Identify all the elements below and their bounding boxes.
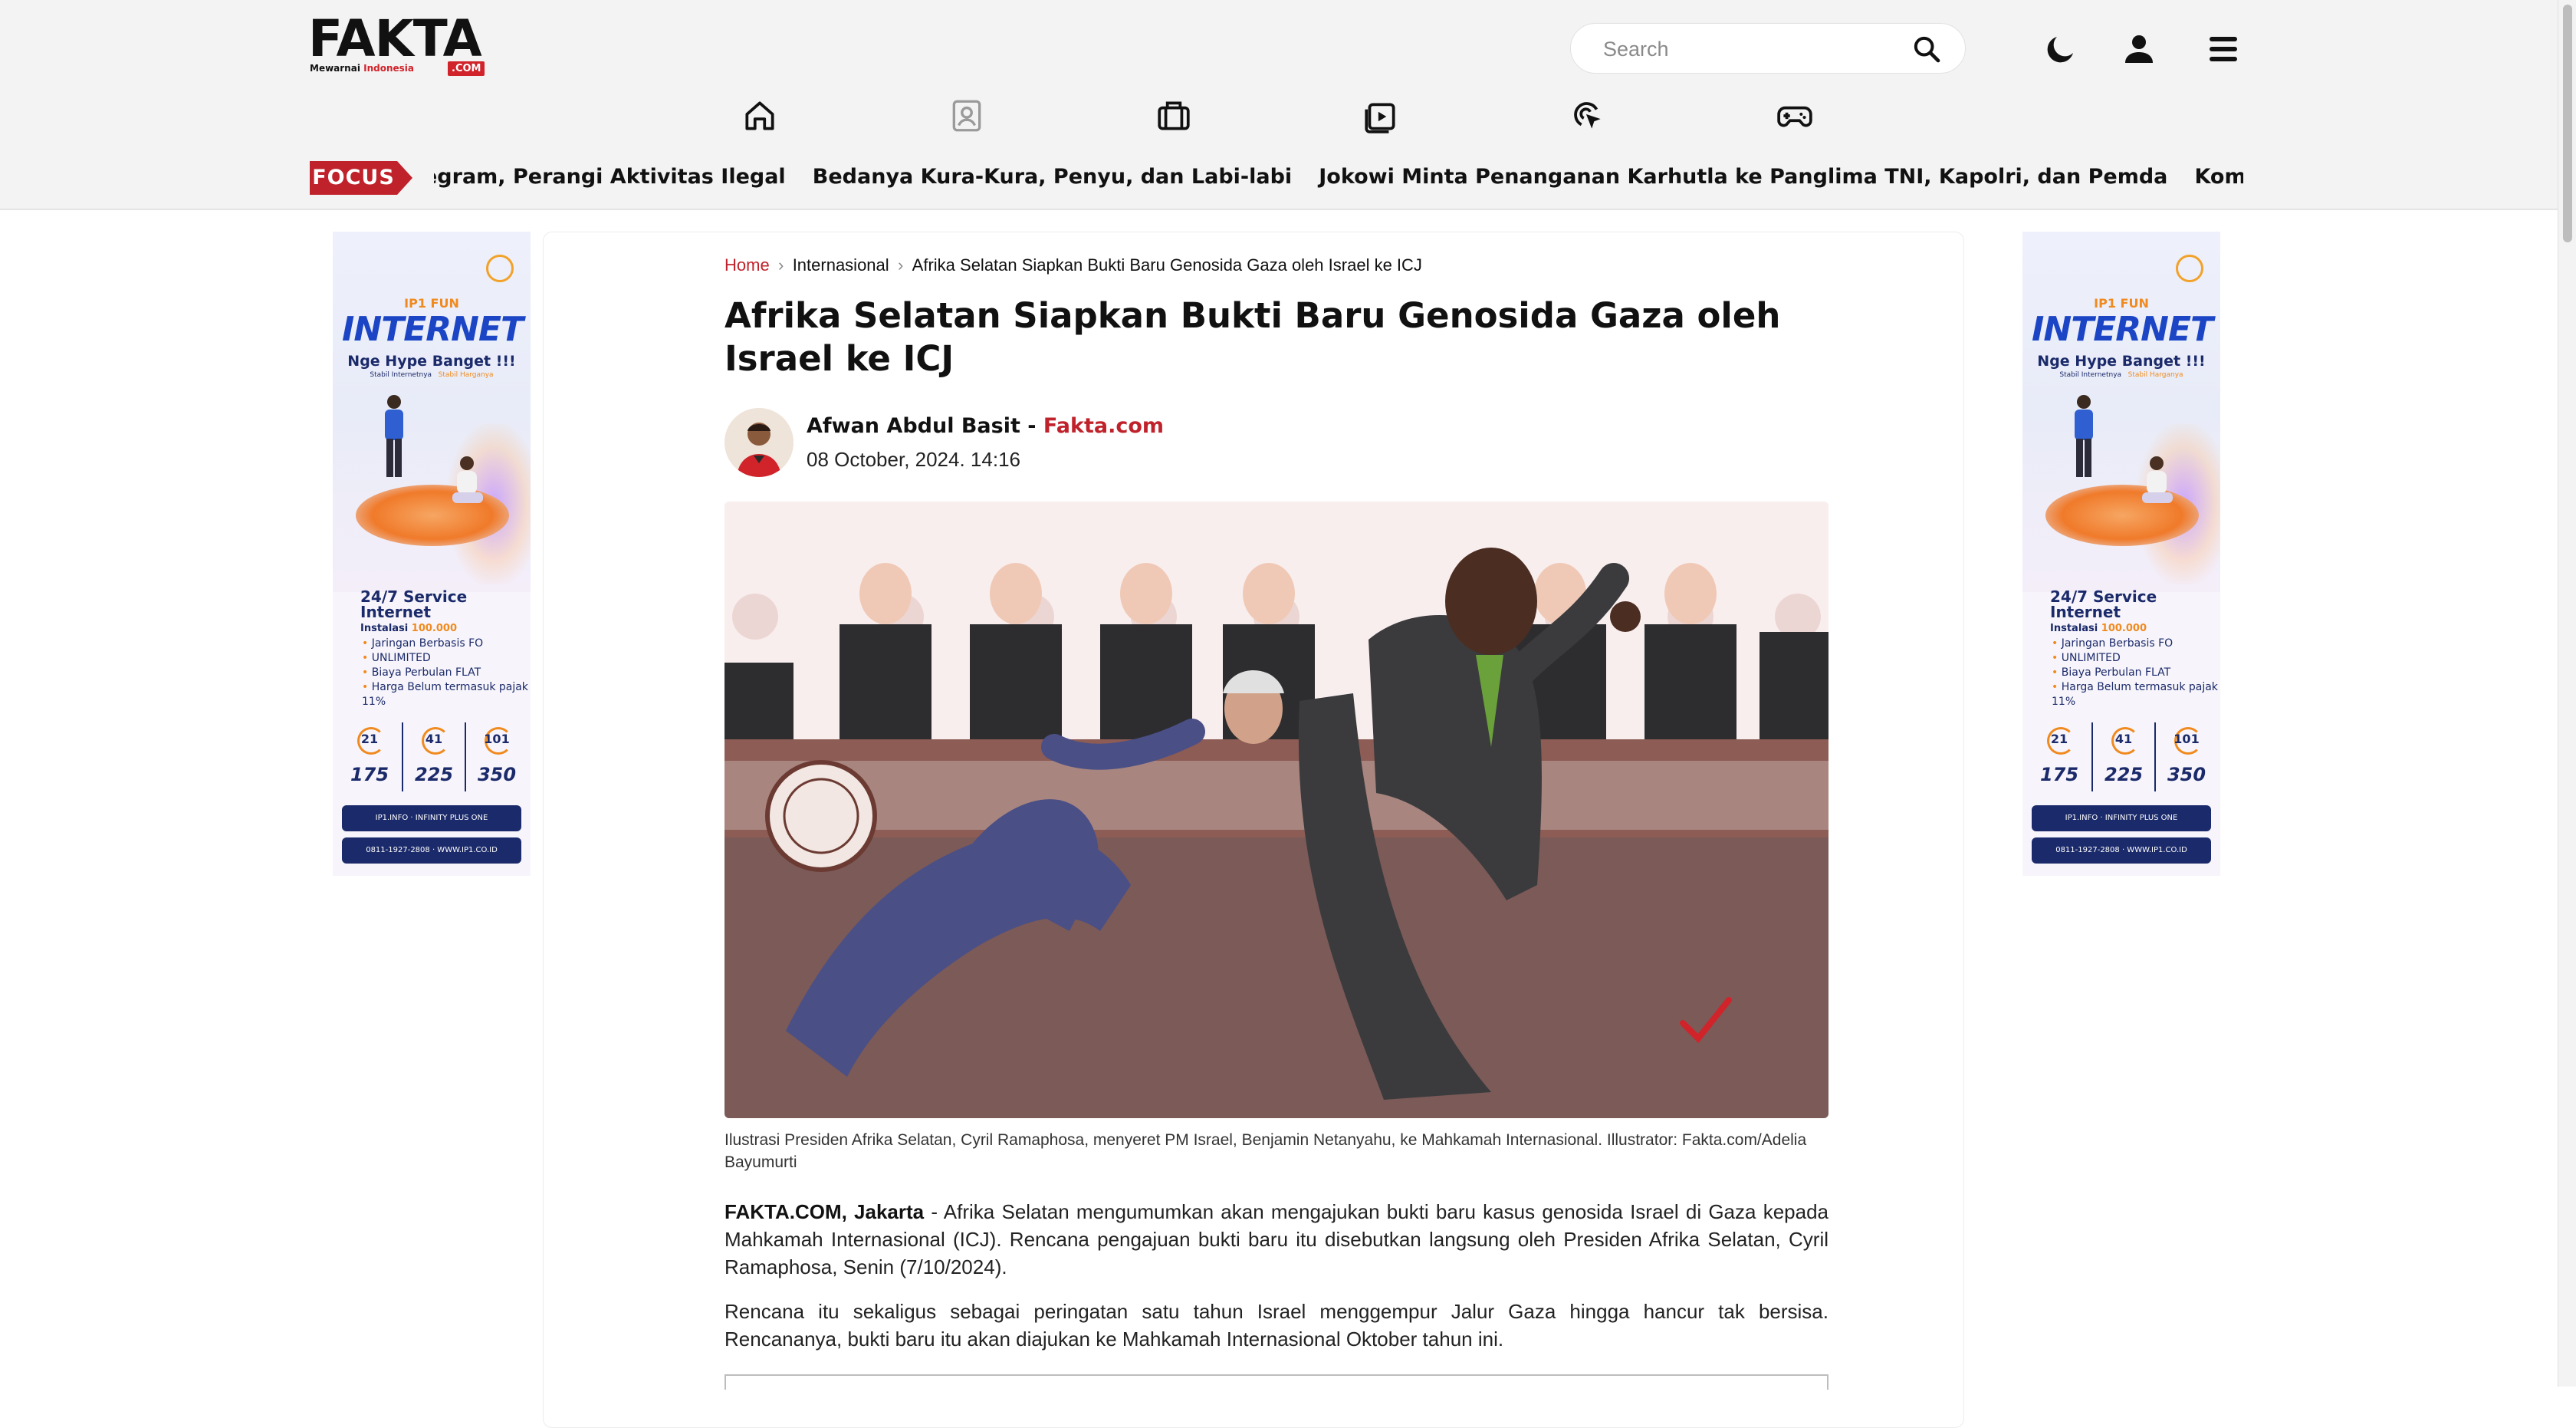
page-scrollbar[interactable] (2558, 0, 2576, 1387)
cursor-click-icon[interactable] (1569, 97, 1607, 135)
ad-social-pill: IP1.INFO · INFINITY PLUS ONE (2032, 805, 2211, 831)
search-box[interactable] (1570, 23, 1966, 74)
breadcrumb-home[interactable]: Home (724, 255, 770, 275)
chevron-right-icon: › (898, 255, 904, 275)
profile-card-icon[interactable] (948, 97, 986, 135)
ad-install: Instalasi 100.000 (360, 623, 457, 634)
breadcrumb-current: Afrika Selatan Siapkan Bukti Baru Genosi… (912, 255, 1422, 275)
home-icon[interactable] (741, 97, 779, 135)
ad-install: Instalasi 100.000 (2050, 623, 2147, 634)
logo-dotcom: .COM (448, 61, 485, 76)
focus-item[interactable]: egram, Perangi Aktivitas Ilegal (434, 158, 786, 196)
ad-headline: INTERNET (342, 310, 524, 349)
ad-brand-icon (486, 255, 514, 282)
hero-illustration (724, 502, 1829, 1118)
category-nav (0, 97, 2558, 140)
ad-contact-pill: 0811-1927-2808 · WWW.IP1.CO.ID (342, 837, 521, 864)
focus-item[interactable]: Bedanya Kura-Kura, Penyu, dan Labi-labi (813, 158, 1292, 196)
search-icon[interactable] (1911, 34, 1942, 64)
focus-ticker: egram, Perangi Aktivitas Ilegal Bedanya … (434, 158, 2243, 196)
author-byline: Afwan Abdul Basit - Fakta.com (807, 414, 1165, 438)
focus-item[interactable]: Jokowi Minta Penanganan Karhutla ke Pang… (1319, 158, 2167, 196)
ad-speed-plans: 21 175 41 225 101 350 (339, 722, 524, 791)
author-avatar[interactable] (724, 408, 794, 477)
article-title: Afrika Selatan Siapkan Bukti Baru Genosi… (724, 295, 1781, 379)
user-icon[interactable] (2121, 31, 2157, 67)
logo-wordmark: FAKTA (308, 9, 482, 68)
ad-service-heading: 24/7 Service Internet (2050, 587, 2157, 621)
focus-item[interactable]: Komentar Para Pesaing Ata (2194, 158, 2243, 196)
chevron-right-icon: › (778, 255, 784, 275)
menu-icon[interactable] (2205, 31, 2242, 67)
left-ad-banner[interactable]: IP1 FUN INTERNET Nge Hype Banget !!! Sta… (333, 232, 531, 876)
ad-hype: Nge Hype Banget !!! (347, 353, 516, 370)
breadcrumb-category[interactable]: Internasional (793, 255, 889, 275)
breadcrumb: Home › Internasional › Afrika Selatan Siapka… (724, 253, 1422, 278)
ad-stage-graphic (2045, 485, 2199, 546)
ad-fun-label: IP1 FUN (404, 296, 459, 311)
logo-tagline: Mewarnai Indonesia (310, 63, 415, 74)
ad-features: Jaringan Berbasis FOUNLIMITEDBiaya Perbu… (348, 637, 531, 709)
focus-badge: FOCUS (310, 161, 422, 195)
ad-person-illustration (2075, 395, 2093, 477)
focus-bar: FOCUS egram, Perangi Aktivitas Ilegal Be… (0, 158, 2558, 196)
dateline: FAKTA.COM, Jakarta (724, 1200, 925, 1223)
ad-hype: Nge Hype Banget !!! (2037, 353, 2206, 370)
ad-person-illustration (2142, 456, 2173, 503)
scrollbar-thumb[interactable] (2563, 5, 2572, 242)
ad-service-heading: 24/7 Service Internet (360, 587, 468, 621)
ad-person-illustration (452, 456, 483, 503)
ad-person-illustration (385, 395, 403, 477)
author-site[interactable]: Fakta.com (1043, 414, 1164, 438)
briefcase-icon[interactable] (1155, 97, 1193, 135)
author-name[interactable]: Afwan Abdul Basit (807, 414, 1020, 438)
ad-stabil: Stabil Internetnya Stabil Harganya (370, 371, 494, 379)
publish-date: 08 October, 2024. 14:16 (807, 448, 1020, 471)
ad-headline: INTERNET (2032, 310, 2213, 349)
ad-brand-icon (2176, 255, 2203, 282)
search-input[interactable] (1602, 24, 1911, 74)
ad-speed-plans: 21 175 41 225 101 350 (2029, 722, 2214, 791)
ad-stabil: Stabil Internetnya Stabil Harganya (2059, 371, 2183, 379)
ad-social-pill: IP1.INFO · INFINITY PLUS ONE (342, 805, 521, 831)
embedded-content-box (724, 1374, 1829, 1390)
image-caption: Ilustrasi Presiden Afrika Selatan, Cyril… (724, 1131, 1807, 1171)
gamepad-icon[interactable] (1776, 97, 1814, 135)
site-header: FAKTA Mewarnai Indonesia .COM Search FOC… (0, 0, 2558, 210)
ad-features: Jaringan Berbasis FOUNLIMITEDBiaya Perbu… (2038, 637, 2220, 709)
article-paragraph: Rencana itu sekaligus sebagai peringatan… (724, 1300, 1829, 1351)
right-ad-banner[interactable]: IP1 FUN INTERNET Nge Hype Banget !!! Sta… (2022, 232, 2220, 876)
article-paragraph: FAKTA.COM, Jakarta - Afrika Selatan meng… (724, 1200, 1829, 1278)
video-play-icon[interactable] (1362, 97, 1400, 135)
ad-stage-graphic (356, 485, 509, 546)
ad-fun-label: IP1 FUN (2094, 296, 2149, 311)
dark-mode-icon[interactable] (2042, 31, 2079, 67)
site-logo[interactable]: FAKTA Mewarnai Indonesia .COM (308, 14, 492, 78)
ad-contact-pill: 0811-1927-2808 · WWW.IP1.CO.ID (2032, 837, 2211, 864)
